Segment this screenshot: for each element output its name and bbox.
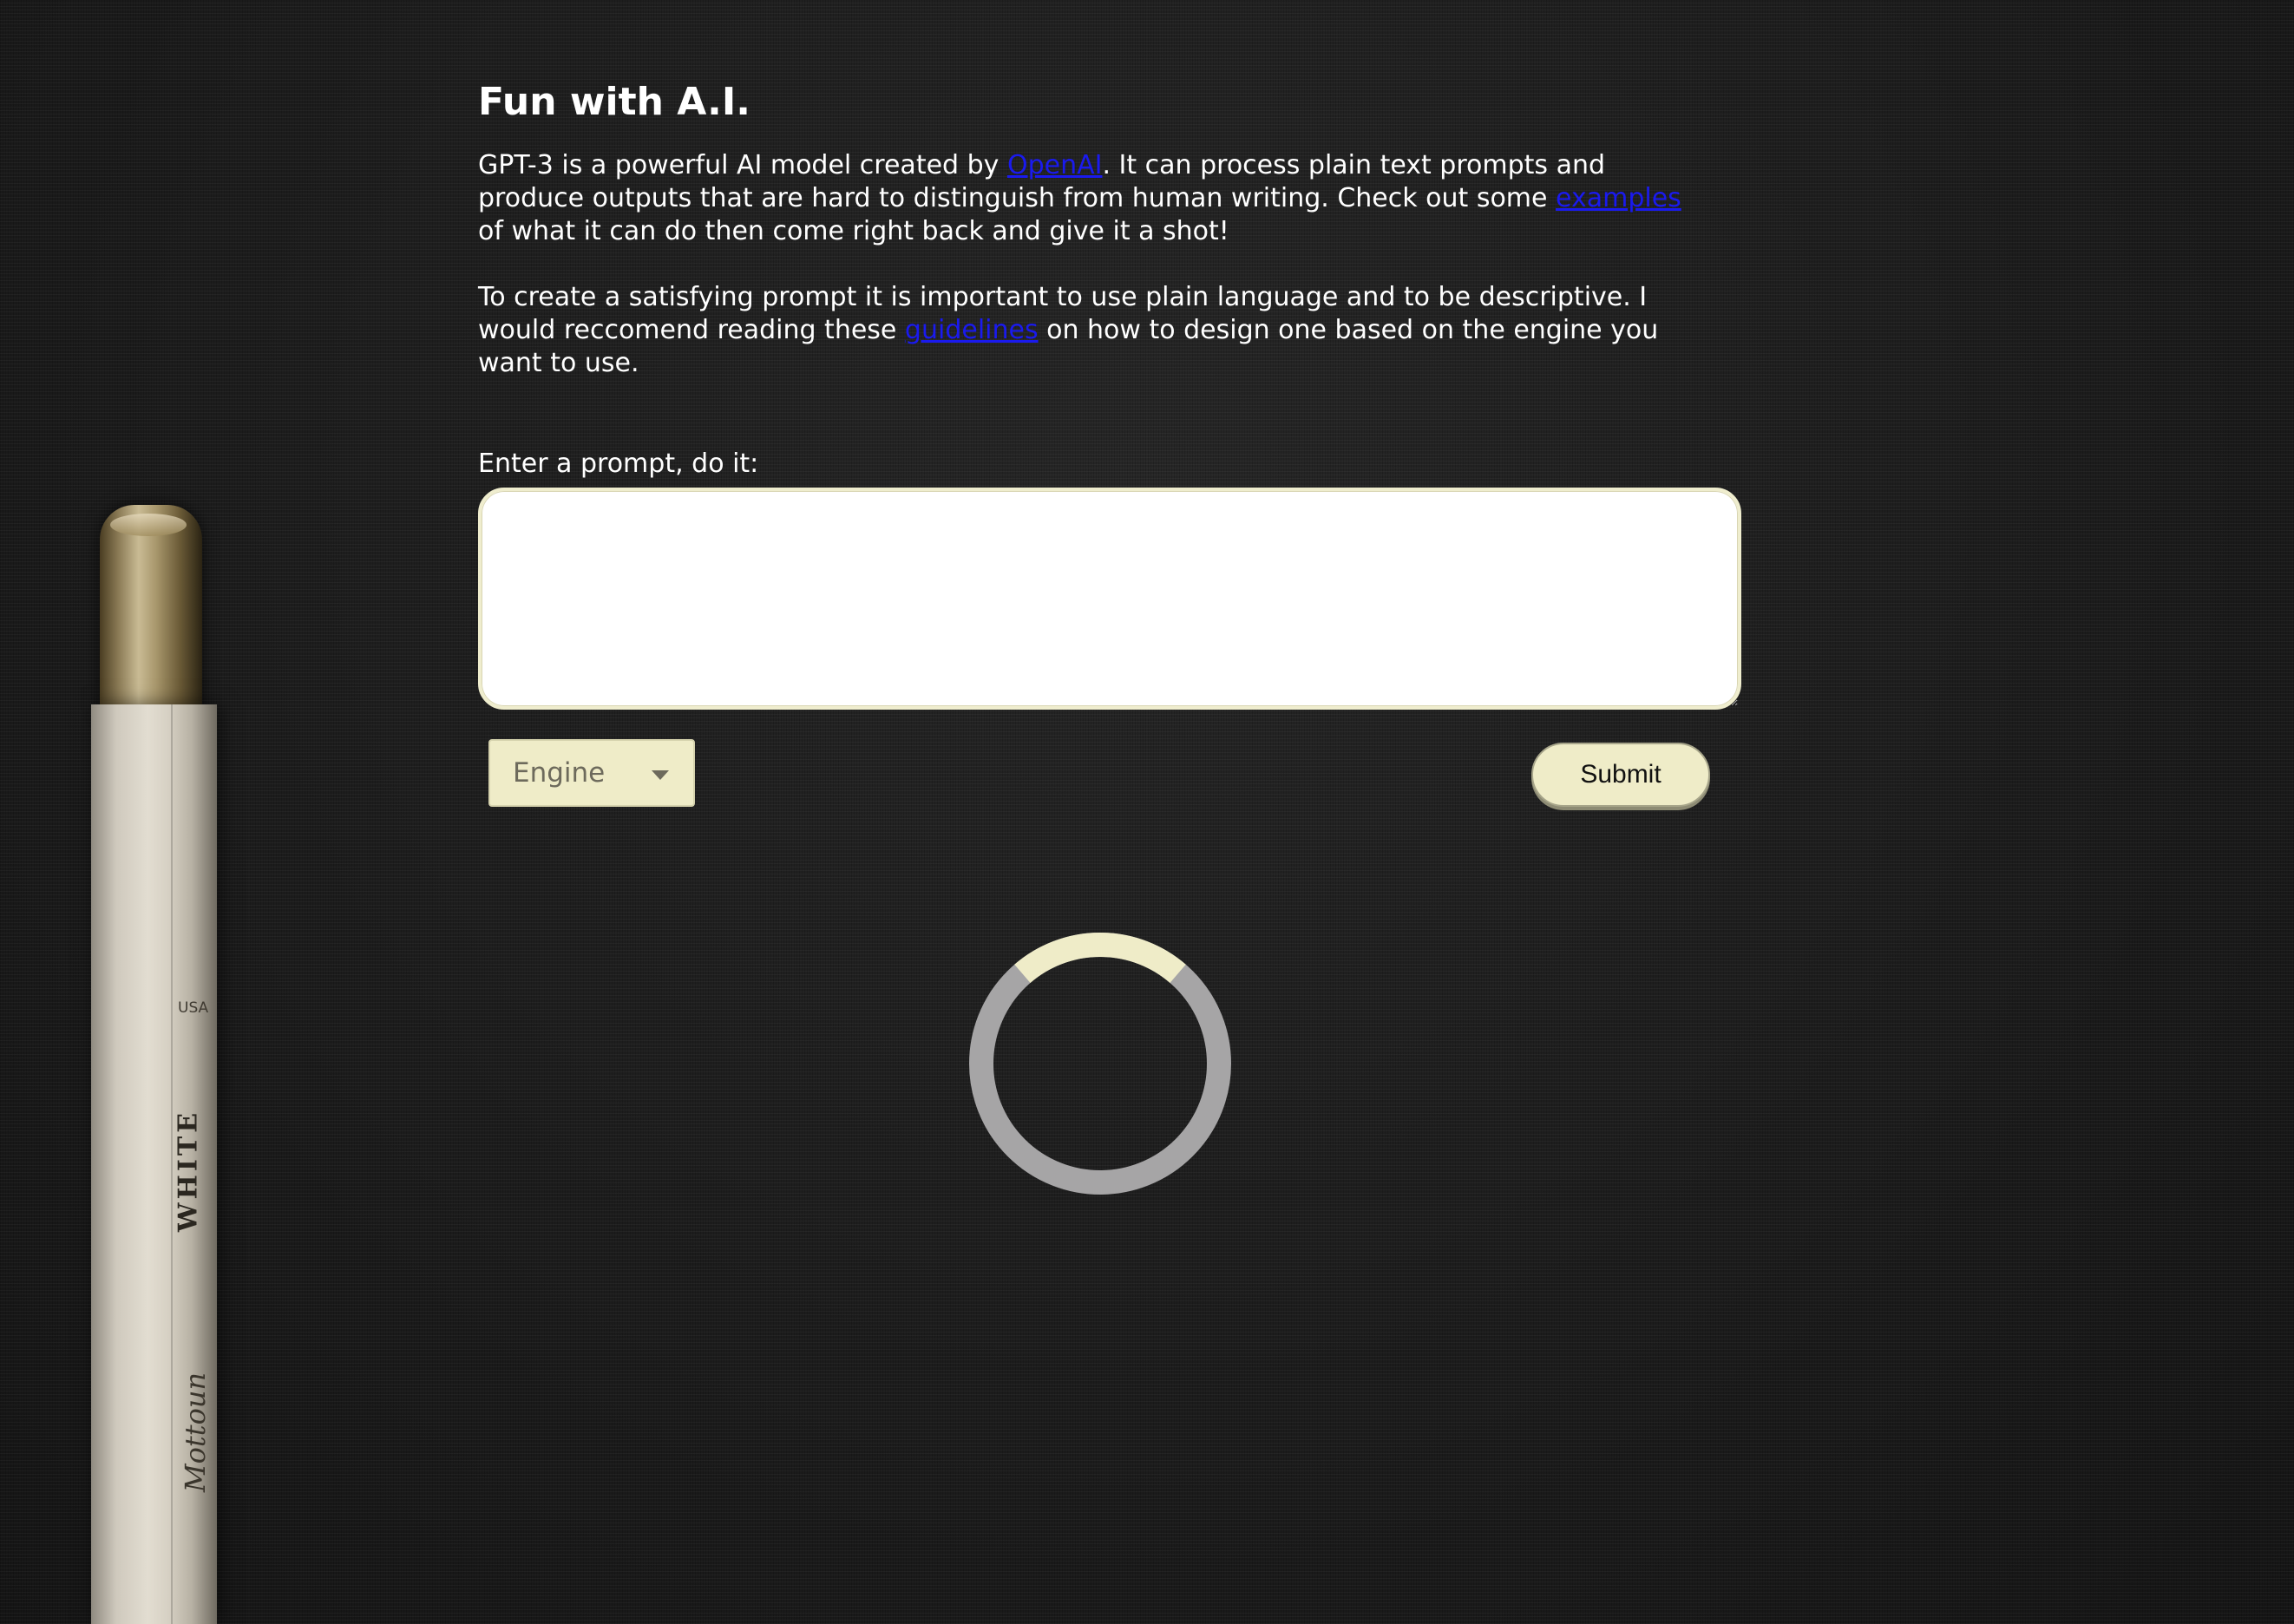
intro-paragraph-1: GPT-3 is a powerful AI model created by … (478, 149, 1710, 248)
prompt-textarea[interactable] (478, 488, 1741, 710)
submit-button[interactable]: Submit (1531, 743, 1710, 807)
chevron-down-icon (652, 770, 669, 780)
pencil-decoration: USA WHITE Mottoun (91, 505, 217, 1624)
pencil-brand-text: WHITE (173, 1109, 204, 1233)
pencil-cap (100, 505, 202, 713)
spinner-arc (1014, 933, 1186, 984)
openai-link[interactable]: OpenAI (1007, 150, 1103, 180)
examples-link[interactable]: examples (1556, 183, 1681, 213)
controls-row: Engine Submit (478, 739, 1741, 817)
intro-text: GPT-3 is a powerful AI model created by (478, 150, 1007, 180)
prompt-label: Enter a prompt, do it: (478, 449, 759, 479)
guidelines-link[interactable]: guidelines (905, 315, 1039, 345)
main-content: Fun with A.I. GPT-3 is a powerful AI mod… (478, 76, 1745, 817)
loading-spinner-icon (969, 933, 1231, 1195)
intro-text: of what it can do then come right back a… (478, 216, 1229, 246)
intro-paragraph-2: To create a satisfying prompt it is impo… (478, 281, 1710, 380)
pencil-body: USA WHITE Mottoun (91, 704, 217, 1624)
engine-select-label: Engine (513, 757, 606, 789)
pencil-script-text: Mottoun (179, 1372, 212, 1493)
engine-select[interactable]: Engine (488, 739, 695, 807)
page-title: Fun with A.I. (478, 80, 750, 124)
spinner-track (969, 933, 1231, 1195)
pencil-origin-text: USA (178, 999, 209, 1017)
